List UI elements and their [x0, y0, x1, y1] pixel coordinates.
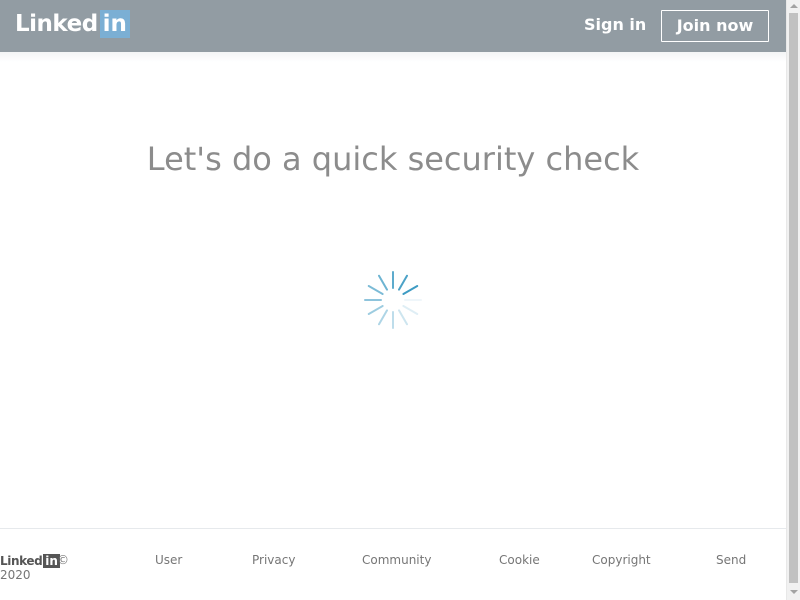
footer-copyright-year: 2020	[0, 568, 31, 582]
spinner-ray	[402, 305, 419, 315]
header-shadow	[0, 52, 786, 62]
spinner-ray	[398, 309, 408, 326]
vertical-scrollbar[interactable]	[786, 0, 800, 600]
top-nav-bar: Linked in Sign in Join now	[0, 0, 786, 52]
footer-linkedin-logo: Linked in	[0, 554, 60, 568]
loading-spinner-icon	[364, 271, 422, 329]
spinner-ray	[367, 305, 384, 315]
spinner-ray	[398, 274, 408, 291]
scroll-down-arrow-icon[interactable]	[790, 590, 798, 594]
footer-logo-wordmark: Linked	[0, 554, 43, 568]
footer-link-cookie[interactable]: Cookie	[499, 553, 540, 567]
footer-divider	[0, 528, 786, 529]
logo-wordmark: Linked	[15, 11, 98, 37]
footer-link-user[interactable]: User	[155, 553, 182, 567]
logo-in-badge: in	[99, 10, 130, 38]
footer-link-copyright[interactable]: Copyright	[592, 553, 651, 567]
footer-link-send[interactable]: Send	[716, 553, 746, 567]
page-title: Let's do a quick security check	[146, 140, 640, 178]
join-now-button[interactable]: Join now	[661, 10, 769, 42]
spinner-ray	[378, 309, 388, 326]
linkedin-logo[interactable]: Linked in	[15, 10, 130, 38]
spinner-ray	[367, 285, 384, 295]
spinner-ray	[402, 285, 419, 295]
scroll-up-arrow-icon[interactable]	[790, 4, 798, 8]
spinner-ray	[378, 274, 388, 291]
page: Linked in Sign in Join now Let's do a qui…	[0, 0, 800, 600]
scrollbar-thumb[interactable]	[789, 13, 798, 583]
footer-link-community[interactable]: Community	[362, 553, 431, 567]
footer-link-privacy[interactable]: Privacy	[252, 553, 295, 567]
footer-copyright-symbol: ©	[57, 553, 69, 567]
sign-in-link[interactable]: Sign in	[584, 15, 646, 35]
